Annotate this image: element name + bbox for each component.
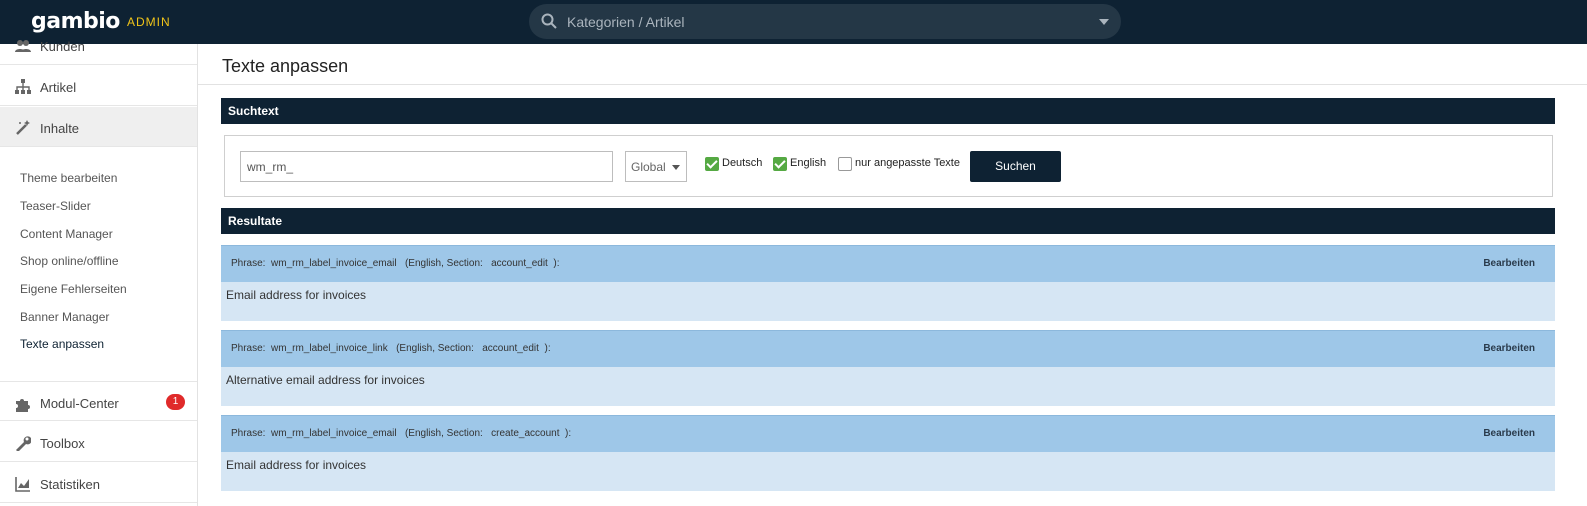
page-title: Texte anpassen <box>222 56 349 76</box>
submenu-theme-bearbeiten[interactable]: Theme bearbeiten <box>20 171 117 185</box>
submenu-eigene-fehlerseiten[interactable]: Eigene Fehlerseiten <box>20 282 127 296</box>
scope-select[interactable]: Global <box>625 151 687 182</box>
result-text: Email address for invoices <box>221 282 1555 321</box>
wrench-icon <box>16 436 31 451</box>
search-filter-panel: Global Deutsch English nur angepasste Te… <box>224 135 1553 197</box>
scope-select-value: Global <box>631 160 666 174</box>
top-bar: gambio ADMIN <box>0 0 1587 44</box>
results-section-header: Resultate <box>221 208 1555 234</box>
sidebar-item-artikel[interactable]: Artikel <box>0 66 197 106</box>
sidebar-item-label: Inhalte <box>40 121 80 136</box>
sitemap-icon <box>15 79 31 94</box>
chevron-down-icon <box>672 165 680 170</box>
chart-icon <box>15 477 30 492</box>
result-text: Email address for invoices <box>221 452 1555 491</box>
sidebar: Kunden Artikel Inhalte Theme bearbeiten … <box>0 39 198 506</box>
edit-button[interactable]: Bearbeiten <box>1483 343 1535 354</box>
sidebar-item-kunden[interactable]: Kunden <box>0 25 197 65</box>
global-search[interactable] <box>529 4 1121 39</box>
result-header: Phrase: wm_rm_label_invoice_link (Englis… <box>221 330 1555 367</box>
checkbox-deutsch[interactable] <box>705 157 719 171</box>
submenu-teaser-slider[interactable]: Teaser-Slider <box>20 199 91 213</box>
checkbox-english[interactable] <box>773 157 787 171</box>
sidebar-item-label: Kunden <box>40 39 85 54</box>
checkbox-deutsch-label: Deutsch <box>722 157 763 169</box>
notification-badge: 1 <box>166 394 185 410</box>
sidebar-item-label: Artikel <box>40 80 77 95</box>
result-phrase-meta: Phrase: wm_rm_label_invoice_link (Englis… <box>231 343 551 354</box>
result-item: Phrase: wm_rm_label_invoice_link (Englis… <box>221 330 1555 406</box>
submenu-shop-online-offline[interactable]: Shop online/offline <box>20 254 119 268</box>
edit-button[interactable]: Bearbeiten <box>1483 258 1535 269</box>
search-text-input[interactable] <box>240 151 613 182</box>
edit-button[interactable]: Bearbeiten <box>1483 428 1535 439</box>
chevron-down-icon[interactable] <box>1099 19 1109 25</box>
magic-wand-icon <box>16 120 30 135</box>
puzzle-icon <box>16 399 30 412</box>
search-icon <box>541 13 557 29</box>
users-icon <box>15 40 31 52</box>
checkbox-nur-angepasste[interactable] <box>838 157 852 171</box>
sidebar-item-inhalte[interactable]: Inhalte <box>0 107 197 147</box>
result-item: Phrase: wm_rm_label_invoice_email (Engli… <box>221 415 1555 491</box>
result-item: Phrase: wm_rm_label_invoice_email (Engli… <box>221 245 1555 321</box>
sidebar-item-label: Statistiken <box>40 477 100 492</box>
sidebar-item-toolbox[interactable]: Toolbox <box>0 422 197 462</box>
result-phrase-meta: Phrase: wm_rm_label_invoice_email (Engli… <box>231 428 572 439</box>
result-phrase-meta: Phrase: wm_rm_label_invoice_email (Engli… <box>231 258 560 269</box>
checkbox-nur-angepasste-label: nur angepasste Texte <box>855 157 960 169</box>
result-header: Phrase: wm_rm_label_invoice_email (Engli… <box>221 415 1555 452</box>
sidebar-item-label: Modul-Center <box>40 396 119 411</box>
checkbox-english-label: English <box>790 157 827 169</box>
sidebar-item-label: Toolbox <box>40 436 85 451</box>
result-text: Alternative email address for invoices <box>221 367 1555 406</box>
divider <box>198 84 1587 85</box>
result-header: Phrase: wm_rm_label_invoice_email (Engli… <box>221 245 1555 282</box>
sidebar-item-statistiken[interactable]: Statistiken <box>0 463 197 503</box>
submenu-texte-anpassen[interactable]: Texte anpassen <box>20 337 104 351</box>
search-section-header: Suchtext <box>221 98 1555 124</box>
sidebar-item-modul-center[interactable]: Modul-Center 1 <box>0 381 197 421</box>
submenu-content-manager[interactable]: Content Manager <box>20 227 113 241</box>
submenu-banner-manager[interactable]: Banner Manager <box>20 310 109 324</box>
search-button[interactable]: Suchen <box>970 151 1061 182</box>
search-input[interactable] <box>567 4 1087 39</box>
